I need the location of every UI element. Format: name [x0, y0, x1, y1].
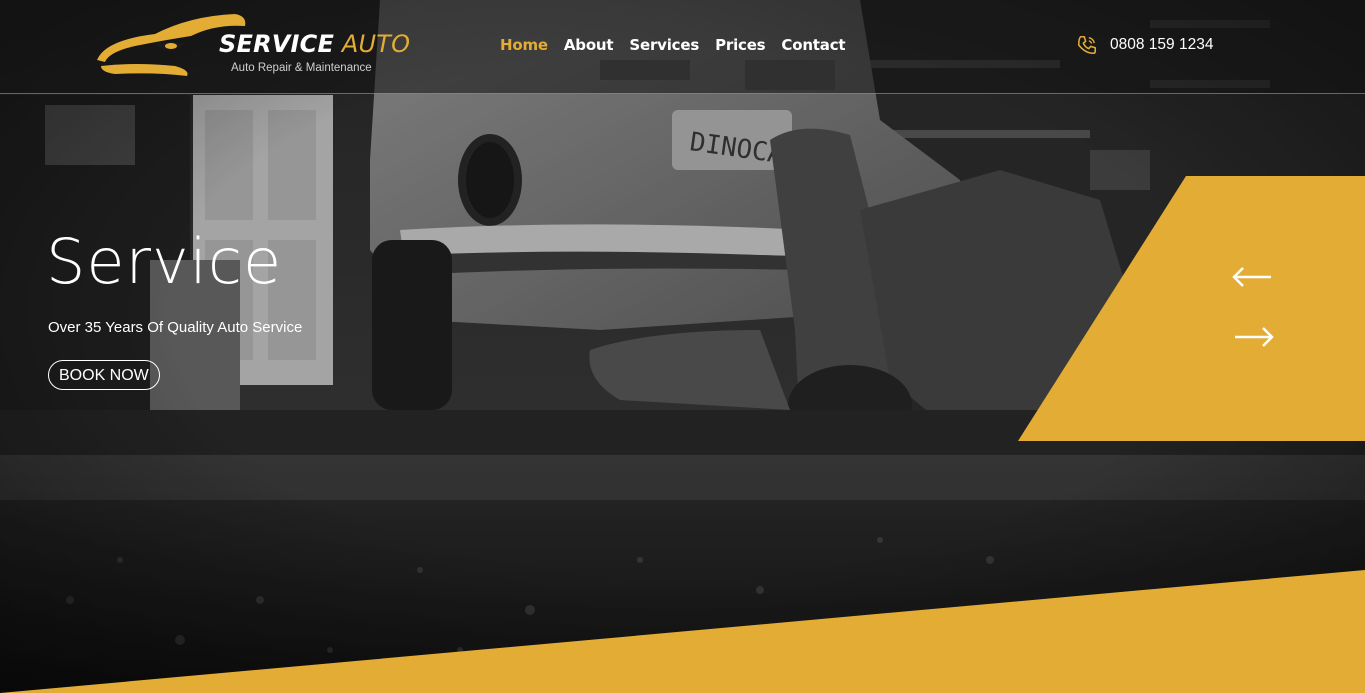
brand-name-part1: SERVICE: [219, 30, 335, 58]
brand-name: SERVICE AUTO: [219, 32, 410, 56]
slider-accent-panel: [1018, 176, 1365, 441]
site-header: SERVICE AUTO Auto Repair & Maintenance H…: [0, 0, 1365, 94]
brand-tagline: Auto Repair & Maintenance: [231, 62, 372, 74]
slider-next-button[interactable]: [1231, 325, 1275, 349]
book-now-button[interactable]: BOOK NOW: [48, 360, 160, 390]
phone-number[interactable]: 0808 159 1234: [1110, 36, 1213, 54]
nav-prices[interactable]: Prices: [715, 36, 766, 54]
nav-about[interactable]: About: [564, 36, 614, 54]
slide-title: Service: [46, 225, 283, 298]
phone-contact[interactable]: 0808 159 1234: [1076, 34, 1213, 56]
brand-name-part2: AUTO: [341, 30, 411, 58]
page: DINOCAR: [0, 0, 1365, 693]
arrow-left-icon: [1232, 267, 1271, 287]
main-nav: Home About Services Prices Contact: [500, 36, 846, 54]
nav-services[interactable]: Services: [629, 36, 699, 54]
phone-icon: [1077, 35, 1097, 55]
slider-prev-button[interactable]: [1231, 265, 1275, 289]
brand-logo[interactable]: SERVICE AUTO Auto Repair & Maintenance: [95, 10, 410, 80]
bottom-accent-band: [0, 570, 1365, 693]
arrow-right-icon: [1235, 327, 1274, 347]
nav-contact[interactable]: Contact: [781, 36, 845, 54]
slide-subtitle: Over 35 Years Of Quality Auto Service: [48, 319, 303, 336]
nav-home[interactable]: Home: [500, 36, 548, 54]
